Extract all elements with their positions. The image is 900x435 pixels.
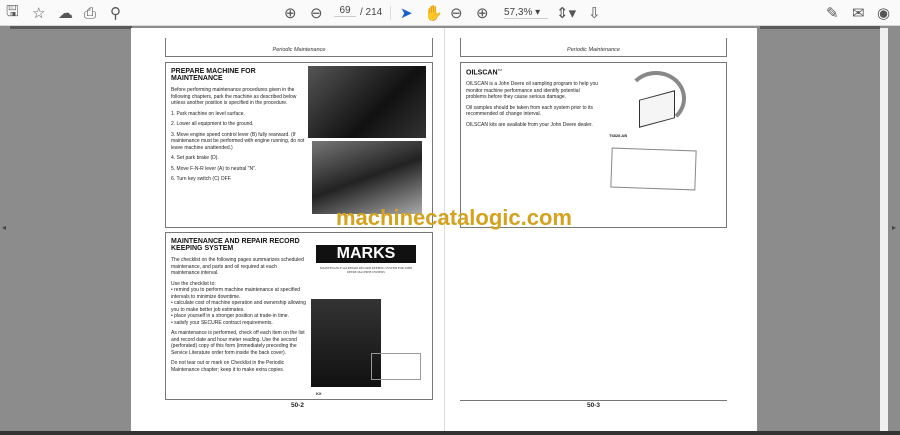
select-cursor-icon[interactable]: ➤ xyxy=(400,4,413,22)
bullet: remind you to perform machine maintenanc… xyxy=(171,287,306,300)
search-zoom-icon[interactable]: ⚲ xyxy=(110,4,121,22)
sign-icon[interactable]: ✎ xyxy=(826,4,839,22)
page-down-icon[interactable]: ⊖ xyxy=(310,4,323,22)
record-section: MAINTENANCE AND REPAIR RECORD KEEPING SY… xyxy=(165,232,433,400)
bullet-list: remind you to perform machine maintenanc… xyxy=(171,287,306,326)
page-number: 50-2 xyxy=(291,402,305,409)
step: 4. Set park brake (D). xyxy=(171,155,219,161)
page-up-icon[interactable]: ⊕ xyxy=(284,4,297,22)
mail-icon[interactable]: ✉ xyxy=(852,4,865,22)
paragraph: As maintenance is performed, check off e… xyxy=(171,330,305,356)
step: 3. Move engine speed control lever (B) f… xyxy=(171,131,305,151)
zoom-value: 57,3% xyxy=(504,7,533,18)
save-icon[interactable]: 🖫 xyxy=(6,3,19,22)
step: 5. Move F-N-R lever (A) to neutral "N". xyxy=(171,165,257,172)
upload-cloud-icon[interactable]: ☁ xyxy=(58,4,73,22)
title-text: OILSCAN xyxy=(466,69,498,77)
logo-subtitle: MAINTENANCE and REPAIR RECORD KEEPING SY… xyxy=(319,266,413,274)
zoom-out-icon[interactable]: ⊖ xyxy=(450,4,463,22)
paragraph: OILSCAN is a John Deere oil sampling pro… xyxy=(466,81,599,101)
step: 6. Turn key switch (C) OFF. xyxy=(171,176,232,182)
hand-pan-icon[interactable]: ✋ xyxy=(424,4,443,22)
read-mode-icon[interactable]: ⇩ xyxy=(588,4,601,22)
lever-photo xyxy=(312,141,422,214)
fit-page-icon[interactable]: ⇕▾ xyxy=(556,4,576,22)
hand-writing-form-illustration xyxy=(610,147,697,191)
page-total: / 214 xyxy=(360,7,383,18)
paragraph: OILSCAN kits are available from your Joh… xyxy=(466,121,593,128)
header-box: Periodic Maintenance xyxy=(460,38,727,57)
horizontal-scroll-thumb[interactable] xyxy=(10,26,132,29)
page-number-input[interactable]: 69 xyxy=(334,5,356,17)
print-icon[interactable]: ⎙ xyxy=(84,4,96,22)
paragraph: Do not tear out or mark on Checklist in … xyxy=(171,360,285,373)
bullet: place yourself in a stronger position at… xyxy=(171,313,306,320)
prepare-section: PREPARE MACHINE FOR MAINTENANCE Before p… xyxy=(165,62,433,228)
horizontal-scroll-thumb-right[interactable] xyxy=(760,26,880,29)
bullet: satisfy your SECURE contract requirement… xyxy=(171,320,306,327)
page-header: Periodic Maintenance xyxy=(272,47,326,53)
zoom-in-icon[interactable]: ⊕ xyxy=(476,4,489,22)
trademark: TM xyxy=(497,68,502,72)
bullet: calculate cost of machine operation and … xyxy=(171,300,306,313)
step: 1. Park machine on level surface. xyxy=(171,110,245,117)
step: 2. Lower all equipment to the ground. xyxy=(171,121,254,127)
bookmark-star-icon[interactable]: ☆ xyxy=(32,4,45,22)
control-panel-photo xyxy=(308,66,426,138)
section-title: MAINTENANCE AND REPAIR RECORD KEEPING SY… xyxy=(171,238,300,252)
page-header: Periodic Maintenance xyxy=(567,47,620,53)
toolbar: 🖫 ☆ ☁ ⎙ ⚲ ⊕ ⊖ 69 / 214 ➤ ✋ ⊖ ⊕ 57,3% ▾ ⇕… xyxy=(0,0,900,26)
right-page: Periodic Maintenance OILSCANTM OILSCAN i… xyxy=(444,28,757,435)
section-title: OILSCANTM xyxy=(466,68,599,76)
watermark: machinecatalogic.com xyxy=(336,205,572,230)
paragraph: Before performing maintenance procedures… xyxy=(171,87,297,106)
paragraph: The checklist on the following pages sum… xyxy=(171,257,304,276)
bottom-bar xyxy=(0,431,900,435)
figure-label: KX xyxy=(316,391,322,396)
vertical-scrollbar[interactable] xyxy=(880,28,888,432)
previous-page-arrow[interactable]: ◂ xyxy=(2,223,6,232)
marks-logo: MARKS xyxy=(316,245,416,263)
figure-label: T6828 AB xyxy=(609,133,628,138)
oilscan-section: OILSCANTM OILSCAN is a John Deere oil sa… xyxy=(460,62,727,228)
form-illustration xyxy=(371,353,421,380)
divider xyxy=(390,6,391,20)
account-icon[interactable]: ◉ xyxy=(877,4,890,22)
next-page-arrow[interactable]: ▸ xyxy=(892,223,896,232)
paragraph: Oil samples should be taken from each sy… xyxy=(466,104,593,118)
page-number: 50-3 xyxy=(587,402,601,409)
divider xyxy=(460,400,727,401)
left-page: Periodic Maintenance PREPARE MACHINE FOR… xyxy=(131,28,444,435)
section-title: PREPARE MACHINE FOR MAINTENANCE xyxy=(171,68,256,82)
header-box: Periodic Maintenance xyxy=(165,38,433,57)
zoom-select[interactable]: 57,3% ▾ xyxy=(504,7,548,19)
